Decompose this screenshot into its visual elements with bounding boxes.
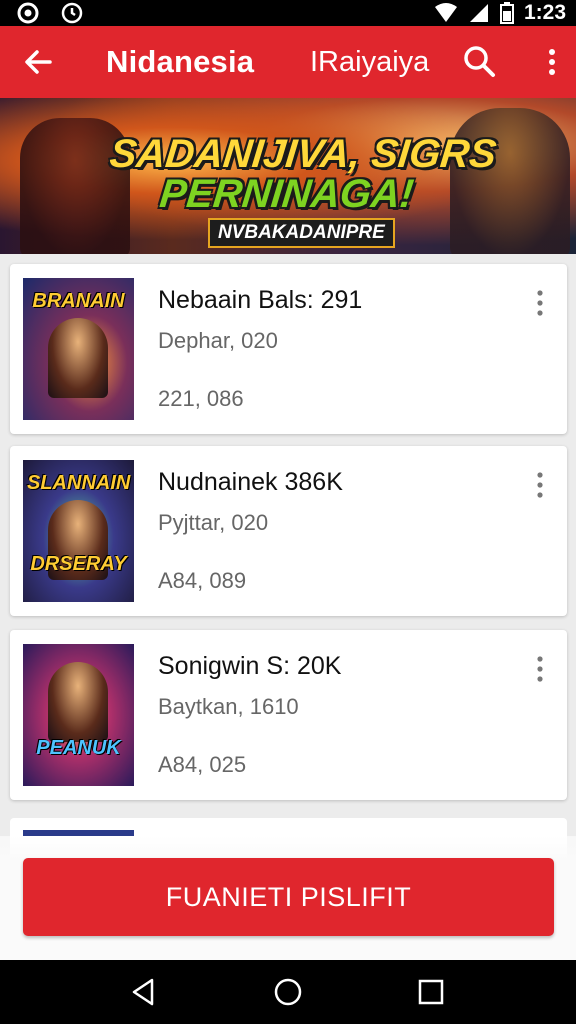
nav-back-button[interactable] (124, 972, 164, 1012)
item-meta: 221, 086 (158, 386, 244, 411)
back-button[interactable] (18, 42, 58, 82)
item-title: Nudnainek 386K (158, 468, 343, 496)
thumbnail-label: BRANAIN (32, 290, 125, 312)
primary-action-button[interactable]: FUANIETI PISLIFIT (23, 858, 554, 936)
banner-title-line2: PERNINAGA! (157, 172, 416, 216)
more-vert-icon (549, 49, 555, 75)
bottom-action-area: FUANIETI PISLIFIT (0, 836, 576, 960)
item-subtitle: Baytkan, 1610 (158, 694, 299, 719)
app-bar: Nidanesia IRaiyaiya (0, 26, 576, 98)
game-thumbnail: SLANNAIN DRSERAY (23, 460, 134, 602)
arrow-back-icon (25, 50, 52, 74)
nav-recents-button[interactable] (411, 972, 451, 1012)
app-title: Nidanesia (106, 44, 255, 79)
item-meta: A84, 025 (158, 752, 247, 777)
more-vert-icon (537, 290, 543, 316)
game-thumbnail: BRANAIN (23, 278, 134, 420)
search-icon (464, 46, 495, 77)
item-menu-button[interactable] (530, 654, 550, 684)
promo-banner[interactable]: SADANIJIVA, SIGRS PERNINAGA! NVBAKADANIP… (0, 98, 576, 254)
item-meta: A84, 089 (158, 568, 247, 593)
thumbnail-hero (48, 662, 108, 742)
thumbnail-label: SLANNAIN (27, 472, 131, 494)
list-item[interactable]: SLANNAIN DRSERAY Nudnainek 386K Pyjttar,… (10, 446, 567, 616)
nav-home-button[interactable] (268, 972, 308, 1012)
battery-icon (499, 2, 514, 24)
more-vert-icon (537, 472, 543, 498)
app-subtitle: IRaiyaiya (310, 46, 430, 78)
thumbnail-label-bottom: PEANUK (36, 737, 121, 759)
banner-tag: NVBAKADANIPRE (208, 218, 395, 248)
circle-home-icon (274, 978, 302, 1006)
item-menu-button[interactable] (530, 470, 550, 500)
system-nav-bar (0, 960, 576, 1024)
banner-title: SADANIJIVA, SIGRS (107, 132, 499, 176)
overflow-menu-button[interactable] (532, 42, 572, 82)
thumbnail-hero (48, 318, 108, 398)
item-menu-button[interactable] (530, 288, 550, 318)
item-title: Sonigwin S: 20K (158, 652, 342, 680)
wifi-icon (434, 3, 457, 22)
status-time: 1:23 (523, 1, 566, 24)
status-bar: 1:23 (0, 0, 576, 26)
item-subtitle: Dephar, 020 (158, 328, 278, 353)
item-subtitle: Pyjttar, 020 (158, 510, 269, 535)
camera-notification-icon (17, 2, 39, 24)
clock-notification-icon (61, 2, 83, 24)
game-thumbnail: PEANUK (23, 644, 134, 786)
triangle-back-icon (132, 978, 154, 1006)
item-title: Nebaain Bals: 291 (158, 286, 363, 314)
thumbnail-label-bottom: DRSERAY (30, 553, 127, 575)
list-item[interactable]: BRANAIN Nebaain Bals: 291 Dephar, 020 22… (10, 264, 567, 434)
banner-hero-right (450, 108, 570, 254)
search-button[interactable] (460, 42, 500, 82)
list-item[interactable]: PEANUK Sonigwin S: 20K Baytkan, 1610 A84… (10, 630, 567, 800)
signal-icon (469, 4, 488, 22)
square-recents-icon (418, 979, 444, 1005)
more-vert-icon (537, 656, 543, 682)
